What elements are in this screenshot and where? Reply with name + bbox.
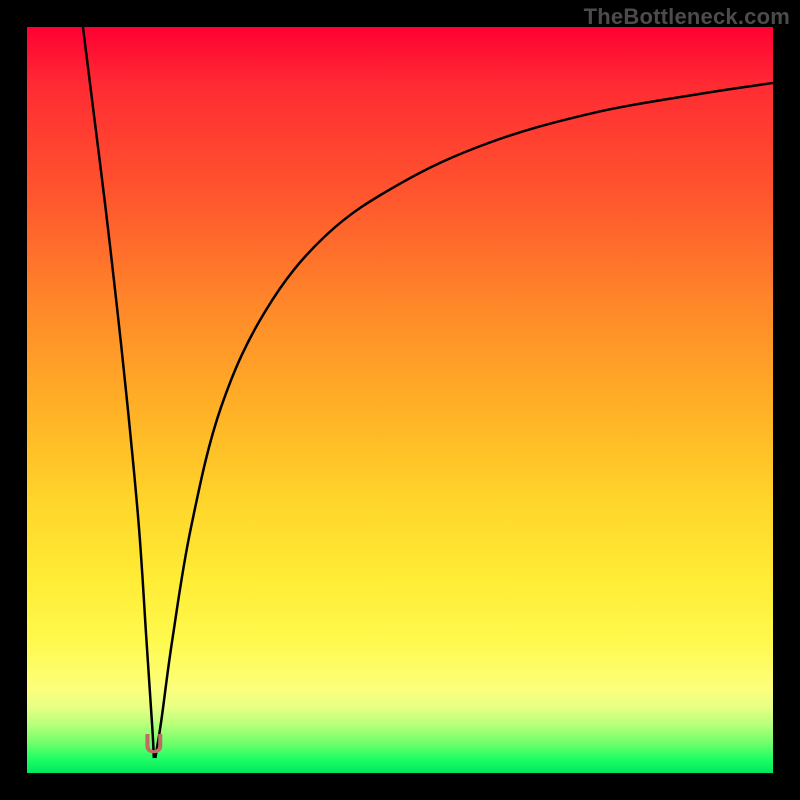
- watermark-text: TheBottleneck.com: [584, 4, 790, 30]
- right-branch-path: [155, 83, 773, 758]
- plot-area: U: [27, 27, 773, 773]
- minimum-marker: U: [143, 732, 165, 758]
- curve-svg: [27, 27, 773, 773]
- chart-frame: U TheBottleneck.com: [0, 0, 800, 800]
- left-branch-path: [83, 27, 154, 758]
